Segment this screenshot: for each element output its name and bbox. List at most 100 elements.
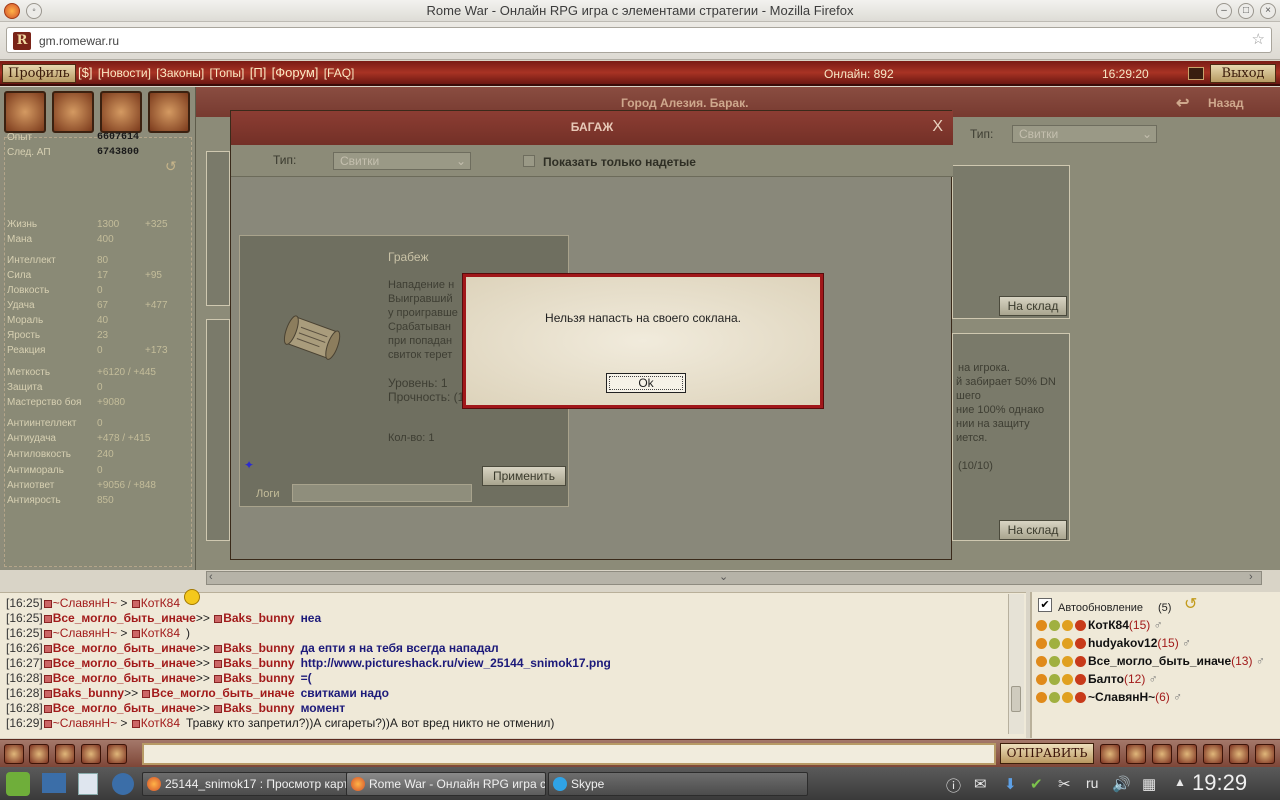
scroll-right-icon[interactable]: › xyxy=(1249,571,1253,583)
toolbar-icon-3[interactable] xyxy=(55,744,75,764)
scroll-down-icon[interactable]: ⌄ xyxy=(719,570,728,583)
keyboard-layout[interactable]: ru xyxy=(1086,775,1098,791)
link-tops[interactable]: [Топы] xyxy=(210,66,245,80)
to-storage-button-1[interactable]: На склад xyxy=(999,296,1067,316)
ok-button[interactable]: Ok xyxy=(606,373,686,393)
task-image-viewer[interactable]: 25144_snimok17 : Просмотр картинок xyxy=(142,772,350,796)
info-icon[interactable]: ⓘ xyxy=(946,775,961,796)
chat-recipient[interactable]: КотК84 xyxy=(141,716,180,730)
file-manager-icon[interactable] xyxy=(78,773,98,795)
send-button[interactable]: ОТПРАВИТЬ xyxy=(1000,743,1094,764)
task-skype[interactable]: Skype xyxy=(548,772,808,796)
chat-sender[interactable]: Все_могло_быть_иначе xyxy=(53,641,196,655)
exit-button[interactable]: Выход xyxy=(1210,64,1276,83)
link-forum[interactable]: [Форум] xyxy=(272,65,319,80)
apply-button[interactable]: Применить xyxy=(482,466,566,486)
to-storage-button-2[interactable]: На склад xyxy=(999,520,1067,540)
chat-scroll-thumb[interactable] xyxy=(1011,686,1021,712)
chat-sender[interactable]: ~СлавянН~ xyxy=(53,596,117,610)
toolbar-icon-2[interactable] xyxy=(29,744,49,764)
book-icon[interactable] xyxy=(148,91,190,133)
taskbar-clock[interactable]: 19:29 xyxy=(1192,770,1247,796)
close-window-icon[interactable]: × xyxy=(1260,3,1276,19)
back-link[interactable]: Назад xyxy=(1208,96,1244,110)
character-icon[interactable] xyxy=(52,91,94,133)
task-firefox[interactable]: Rome War - Онлайн RPG игра с элементами … xyxy=(346,772,546,796)
chat-sender[interactable]: ~СлавянН~ xyxy=(53,716,117,730)
network-icon[interactable]: ▦ xyxy=(1142,775,1156,793)
url-field[interactable]: R gm.romewar.ru ☆ xyxy=(6,27,1272,53)
chat-recipient[interactable]: Baks_bunny xyxy=(223,656,294,670)
toolbar-icon-8[interactable] xyxy=(1152,744,1172,764)
back-arrow-icon[interactable]: ↩ xyxy=(1176,93,1189,113)
chevron-up-icon[interactable]: ▲ xyxy=(1174,775,1186,789)
mail-icon[interactable] xyxy=(1255,744,1275,764)
browser-launcher-icon[interactable] xyxy=(112,773,134,795)
url-text[interactable]: gm.romewar.ru xyxy=(39,34,119,48)
maximize-icon[interactable]: □ xyxy=(1238,3,1254,19)
chat-sender[interactable]: ~СлавянН~ xyxy=(53,626,117,640)
search-icon[interactable] xyxy=(1100,744,1120,764)
inventory-icon[interactable] xyxy=(4,91,46,133)
autoupdate-checkbox[interactable]: ✔ xyxy=(1038,598,1052,612)
chat-sender[interactable]: Все_могло_быть_иначе xyxy=(53,611,196,625)
online-user[interactable]: hudyakov12(15) ♂ xyxy=(1036,636,1191,650)
online-user-name[interactable]: КотК84 xyxy=(1088,618,1129,632)
chat-sender[interactable]: Все_могло_быть_иначе xyxy=(53,656,196,670)
baggage-close-button[interactable]: X xyxy=(932,118,943,136)
toolbar-icon-5[interactable] xyxy=(107,744,127,764)
mail-tray-icon[interactable]: ✉ xyxy=(974,775,987,793)
online-user-name[interactable]: Все_могло_быть_иначе xyxy=(1088,654,1231,668)
bookmark-star-icon[interactable]: ☆ xyxy=(1252,30,1265,48)
refresh-icon[interactable]: ↺ xyxy=(1184,594,1197,614)
link-faq[interactable]: [FAQ] xyxy=(324,66,355,80)
online-user[interactable]: Все_могло_быть_иначе(13) ♂ xyxy=(1036,654,1265,668)
link-p[interactable]: [П] xyxy=(250,65,267,80)
chat-input[interactable] xyxy=(142,743,996,765)
chat-recipient[interactable]: Baks_bunny xyxy=(223,641,294,655)
chat-sender[interactable]: Все_могло_быть_иначе xyxy=(53,701,196,715)
scissors-icon[interactable]: ✂ xyxy=(1058,775,1071,793)
show-worn-checkbox[interactable] xyxy=(523,155,535,167)
desktop-icon[interactable] xyxy=(42,773,66,793)
online-user[interactable]: ~СлавянН~(6) ♂ xyxy=(1036,690,1182,704)
online-user[interactable]: Балто(12) ♂ xyxy=(1036,672,1158,686)
refresh-icon[interactable]: ↺ xyxy=(165,158,177,175)
chat-recipient[interactable]: КотК84 xyxy=(141,596,180,610)
online-user-name[interactable]: Балто xyxy=(1088,672,1124,686)
toolbar-icon-9[interactable] xyxy=(1177,744,1197,764)
bag-type-select[interactable]: Свитки ⌄ xyxy=(333,152,471,170)
scroll-left-icon[interactable]: ‹ xyxy=(209,571,213,583)
toolbar-icon-1[interactable] xyxy=(4,744,24,764)
volume-icon[interactable]: 🔊 xyxy=(1112,775,1131,793)
login-input[interactable] xyxy=(292,484,472,502)
chat-sender[interactable]: Все_могло_быть_иначе xyxy=(53,671,196,685)
chat-bubble-icon[interactable] xyxy=(1126,744,1146,764)
online-user[interactable]: КотК84(15) ♂ xyxy=(1036,618,1163,632)
toolbar-icon-4[interactable] xyxy=(81,744,101,764)
chat-scrollbar[interactable] xyxy=(1008,594,1024,734)
chat-recipient[interactable]: Baks_bunny xyxy=(223,701,294,715)
start-menu-icon[interactable] xyxy=(6,772,30,796)
profile-button[interactable]: Профиль xyxy=(2,64,76,83)
chat-text[interactable]: http://www.pictureshack.ru/view_25144_sn… xyxy=(301,656,611,670)
link-news[interactable]: [Новости] xyxy=(98,66,151,80)
minimize-icon[interactable]: – xyxy=(1216,3,1232,19)
shield-icon[interactable]: ✔ xyxy=(1030,775,1043,793)
chat-recipient[interactable]: Все_могло_быть_иначе xyxy=(151,686,294,700)
main-hscrollbar[interactable]: ‹ ⌄ › xyxy=(206,571,1262,585)
bag-icon[interactable] xyxy=(100,91,142,133)
link-money[interactable]: [$] xyxy=(78,65,92,80)
online-user-name[interactable]: ~СлавянН~ xyxy=(1088,690,1155,704)
download-icon[interactable]: ⬇ xyxy=(1004,775,1017,793)
chat-recipient[interactable]: Baks_bunny xyxy=(223,671,294,685)
mail-icon[interactable] xyxy=(1188,67,1204,80)
link-laws[interactable]: [Законы] xyxy=(156,66,204,80)
plus-icon[interactable]: ✦ xyxy=(244,458,254,472)
chat-recipient[interactable]: Baks_bunny xyxy=(223,611,294,625)
main-type-select[interactable]: Свитки ⌄ xyxy=(1012,125,1157,143)
online-user-name[interactable]: hudyakov12 xyxy=(1088,636,1157,650)
chat-recipient[interactable]: КотК84 xyxy=(141,626,180,640)
toolbar-icon-10[interactable] xyxy=(1203,744,1223,764)
toolbar-icon-11[interactable] xyxy=(1229,744,1249,764)
